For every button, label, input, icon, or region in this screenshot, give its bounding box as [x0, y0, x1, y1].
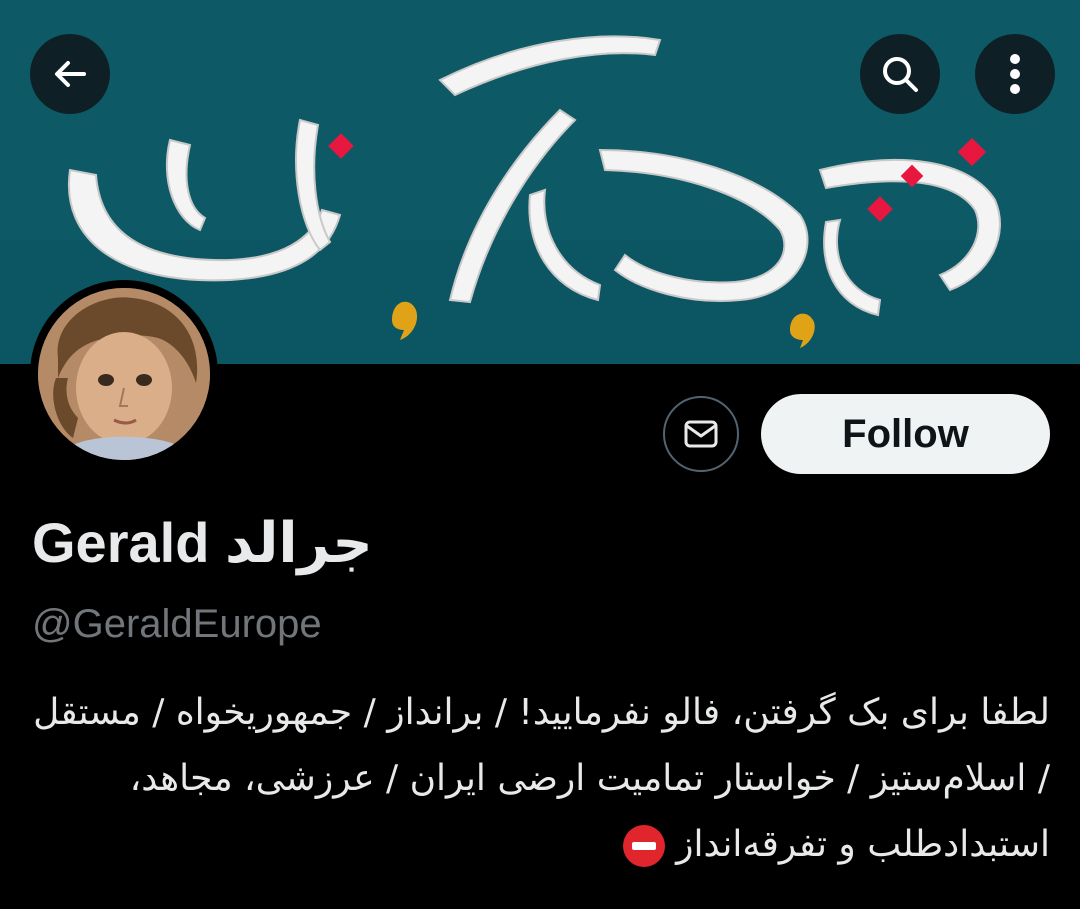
- profile-avatar[interactable]: [30, 280, 218, 468]
- search-icon: [883, 57, 918, 92]
- profile-bio: لطفا برای بک گرفتن، فالو نفرمایید! / برا…: [30, 680, 1050, 878]
- profile-handle: @GeraldEurope: [32, 602, 322, 646]
- search-button[interactable]: [860, 34, 940, 114]
- more-vertical-icon: [1010, 54, 1020, 94]
- child-portrait-photo: [38, 288, 210, 460]
- no-entry-icon: [622, 825, 665, 867]
- message-button[interactable]: [663, 396, 739, 472]
- more-options-button[interactable]: [975, 34, 1055, 114]
- arrow-left-icon: [55, 61, 86, 87]
- bio-text: لطفا برای بک گرفتن، فالو نفرمایید! / برا…: [33, 692, 1050, 865]
- avatar-image: [38, 288, 210, 460]
- profile-display-name: Gerald جرالد: [32, 511, 373, 574]
- mail-icon: [684, 420, 718, 448]
- follow-button[interactable]: Follow: [761, 394, 1050, 474]
- back-button[interactable]: [30, 34, 110, 114]
